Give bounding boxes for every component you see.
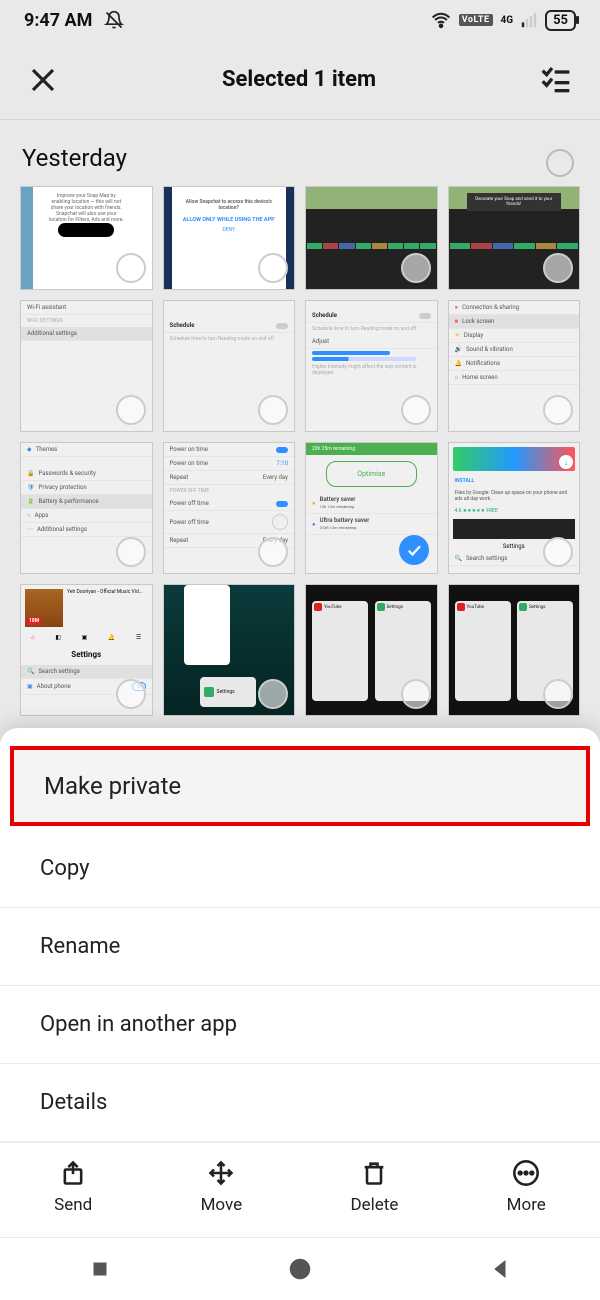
select-circle[interactable] (258, 537, 288, 567)
more-icon (512, 1159, 540, 1187)
select-circle[interactable] (258, 395, 288, 425)
section-label: Yesterday (22, 144, 127, 172)
signal-icon (521, 12, 537, 28)
status-bar: 9:47 AM VoLTE 4G 55 (0, 0, 600, 40)
page-title: Selected 1 item (222, 67, 376, 92)
thumbnail[interactable]: YouTube Settings (305, 584, 438, 716)
select-circle[interactable] (401, 679, 431, 709)
select-circle[interactable] (258, 679, 288, 709)
select-circle[interactable] (116, 537, 146, 567)
menu-details[interactable]: Details (0, 1064, 600, 1142)
menu-make-private[interactable]: Make private (10, 746, 590, 826)
delete-icon (360, 1159, 388, 1187)
action-bar: Send Move Delete More (0, 1142, 600, 1238)
system-nav-bar (0, 1238, 600, 1300)
thumbnail[interactable]: 18M Yeh Dooriyan - Official Music Vid...… (20, 584, 153, 716)
select-circle[interactable] (116, 253, 146, 283)
select-circle[interactable] (543, 395, 573, 425)
more-menu-sheet: Make private Copy Rename Open in another… (0, 728, 600, 1300)
thumbnail[interactable]: Improve your Snap Map by enabling locati… (20, 186, 153, 290)
gallery-body: Yesterday Improve your Snap Map by enabl… (0, 120, 600, 716)
network-label: 4G (501, 15, 514, 26)
thumbnail[interactable] (305, 186, 438, 290)
volte-badge: VoLTE (459, 14, 493, 26)
thumbnail[interactable]: Allow Snapchat to access this device's l… (163, 186, 296, 290)
thumbnail[interactable]: Decorate your Snap and send it to your f… (448, 186, 581, 290)
dnd-icon (104, 10, 124, 30)
delete-button[interactable]: Delete (350, 1159, 398, 1215)
home-icon[interactable] (288, 1257, 312, 1281)
menu-open-in-another-app[interactable]: Open in another app (0, 986, 600, 1064)
select-circle[interactable] (401, 253, 431, 283)
selection-header: Selected 1 item (0, 40, 600, 120)
thumbnail[interactable]: ●Connection & sharing ■Lock screen ☀Disp… (448, 300, 581, 432)
recent-apps-icon[interactable] (88, 1257, 112, 1281)
select-circle[interactable] (116, 679, 146, 709)
back-icon[interactable] (488, 1257, 512, 1281)
thumbnail[interactable]: Power on time Power on time7:10 RepeatEv… (163, 442, 296, 574)
move-icon (207, 1159, 235, 1187)
menu-rename[interactable]: Rename (0, 908, 600, 986)
more-button[interactable]: More (507, 1159, 546, 1215)
menu-copy[interactable]: Copy (0, 830, 600, 908)
select-circle[interactable] (258, 253, 288, 283)
battery-indicator: 55 (545, 10, 576, 31)
select-circle[interactable] (543, 537, 573, 567)
status-time: 9:47 AM (24, 10, 92, 31)
send-button[interactable]: Send (54, 1159, 92, 1215)
checkmark-icon (399, 535, 429, 565)
move-button[interactable]: Move (201, 1159, 243, 1215)
thumbnail-selected[interactable]: 20h 25m remaining Optimise ●Battery save… (305, 442, 438, 574)
thumbnail[interactable]: YouTube Settings (448, 584, 581, 716)
select-circle[interactable] (543, 679, 573, 709)
thumbnail-grid: Improve your Snap Map by enabling locati… (20, 186, 580, 716)
thumbnail[interactable]: Schedule Schedule time to turn Reading m… (305, 300, 438, 432)
thumbnail[interactable]: Schedule Schedule time to turn Reading m… (163, 300, 296, 432)
select-circle[interactable] (543, 253, 573, 283)
close-icon[interactable] (28, 65, 58, 95)
section-select-circle[interactable] (546, 149, 574, 177)
thumbnail[interactable]: ↓ INSTALL Files by Google: Clean up spac… (448, 442, 581, 574)
select-circle[interactable] (116, 395, 146, 425)
send-icon (59, 1159, 87, 1187)
thumbnail[interactable]: ◆Themes 🔒Passwords & security 🛡Privacy p… (20, 442, 153, 574)
thumbnail[interactable]: Settings (163, 584, 296, 716)
wifi-icon (431, 10, 451, 30)
thumbnail[interactable]: Wi-Fi assistant WI-FI SETTINGS Additiona… (20, 300, 153, 432)
select-circle[interactable] (401, 395, 431, 425)
select-all-icon[interactable] (540, 64, 572, 96)
